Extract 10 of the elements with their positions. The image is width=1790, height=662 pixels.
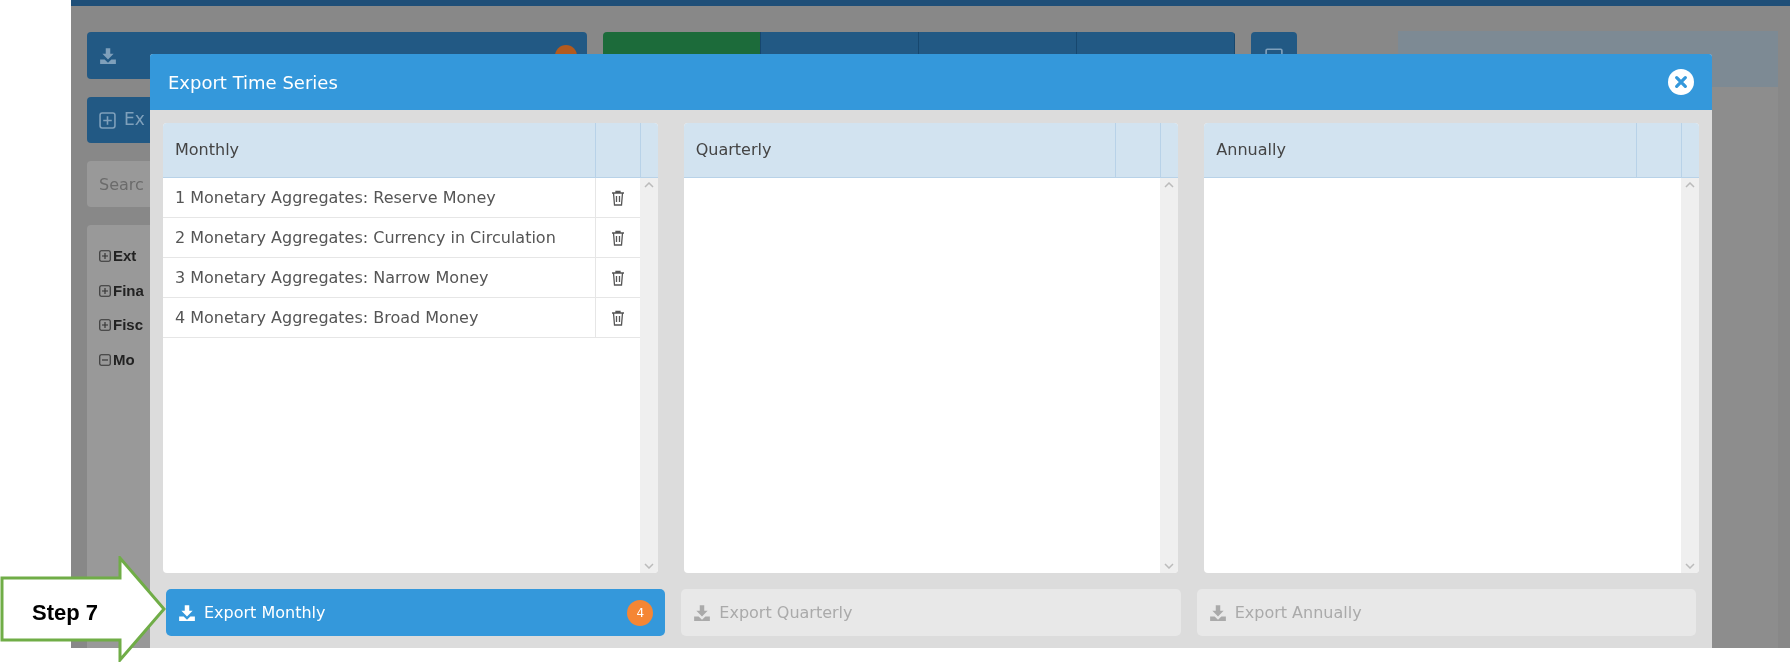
- series-name: 4 Monetary Aggregates: Broad Money: [174, 306, 480, 329]
- series-name: 1 Monetary Aggregates: Reserve Money: [174, 186, 497, 209]
- panel-title: Quarterly: [694, 139, 773, 161]
- callout-label: Step 7: [32, 599, 99, 627]
- series-name: 2 Monetary Aggregates: Currency in Circulation: [174, 226, 557, 249]
- series-name: 3 Monetary Aggregates: Narrow Money: [174, 266, 490, 289]
- panel-title: Monthly: [174, 139, 241, 161]
- count-badge: 4: [627, 599, 654, 626]
- dialog-title: Export Time Series: [168, 70, 338, 95]
- panel-title: Annually: [1215, 139, 1287, 161]
